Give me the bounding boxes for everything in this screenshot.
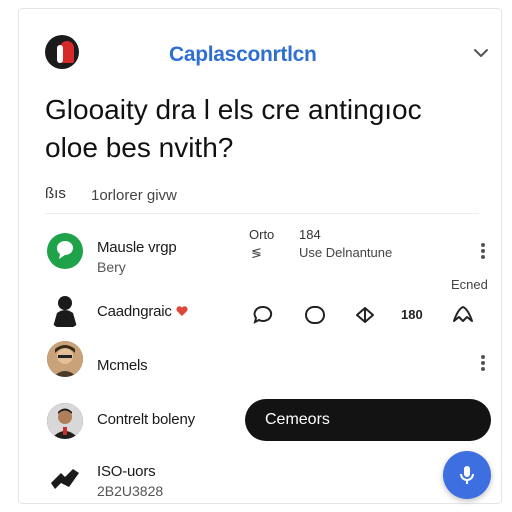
mic-button[interactable] [443,451,491,499]
row-title: ISO-uors [97,463,156,480]
list-item[interactable]: Caadngraic 180 [19,287,501,337]
comment-icon[interactable] [251,303,275,327]
row-title: Mcmels [97,357,148,374]
chevron-down-icon[interactable] [471,43,491,63]
hands-icon [47,459,83,495]
stat-detail: Use Delnantune [299,245,393,260]
share-icon[interactable] [353,303,377,327]
post-card: Caplasconrtlcn Glooaity dra l els cre an… [18,8,502,504]
more-options-icon[interactable] [479,355,487,373]
heart-icon [176,306,188,316]
microphone-icon [460,466,474,484]
list-item[interactable]: Mcmels [19,339,501,389]
stat-label-b: 184 [299,227,321,242]
card-header: Caplasconrtlcn [19,9,501,81]
user-avatar [47,293,83,329]
swap-icon[interactable]: ≶ [251,245,262,261]
meta-label: 1orlorer givw [91,187,177,204]
bubble-icon[interactable] [303,303,327,327]
user-avatar [47,403,83,439]
more-options-icon[interactable] [479,243,487,261]
row-title: Caadngraic [97,303,188,320]
stat-label-a: Orto [249,227,275,242]
question-text: Glooaity dra l els cre antingıoc oloe be… [45,91,465,167]
list-item[interactable]: ISO-uors 2B2U3828 [19,447,501,503]
app-title: Caplasconrtlcn [169,43,317,66]
row-title: Contrelt boleny [97,411,195,428]
row-title: Mausle vrgp [97,239,177,256]
list-item[interactable]: Mausle vrgp Bery Orto 184 ≶ Use Delnantu… [19,225,501,292]
action-button-label: Cemeors [265,411,330,428]
meta-row: ßıs 1orlorer givw [45,183,475,207]
user-avatar [47,341,83,377]
bookmark-icon[interactable] [451,303,475,327]
chat-avatar-icon [47,233,83,269]
filter-icon[interactable]: ßıs [45,185,66,202]
reaction-count: 180 [401,307,423,322]
row-subtitle: Bery [97,259,126,275]
question-line-2: oloe bes nvith? [45,132,234,163]
question-line-1: Glooaity dra l els cre antingıoc [45,94,422,125]
divider [45,213,479,214]
brand-logo-icon[interactable] [45,35,79,69]
row-subtitle: 2B2U3828 [97,483,164,499]
action-button[interactable]: Cemeors [245,399,491,441]
